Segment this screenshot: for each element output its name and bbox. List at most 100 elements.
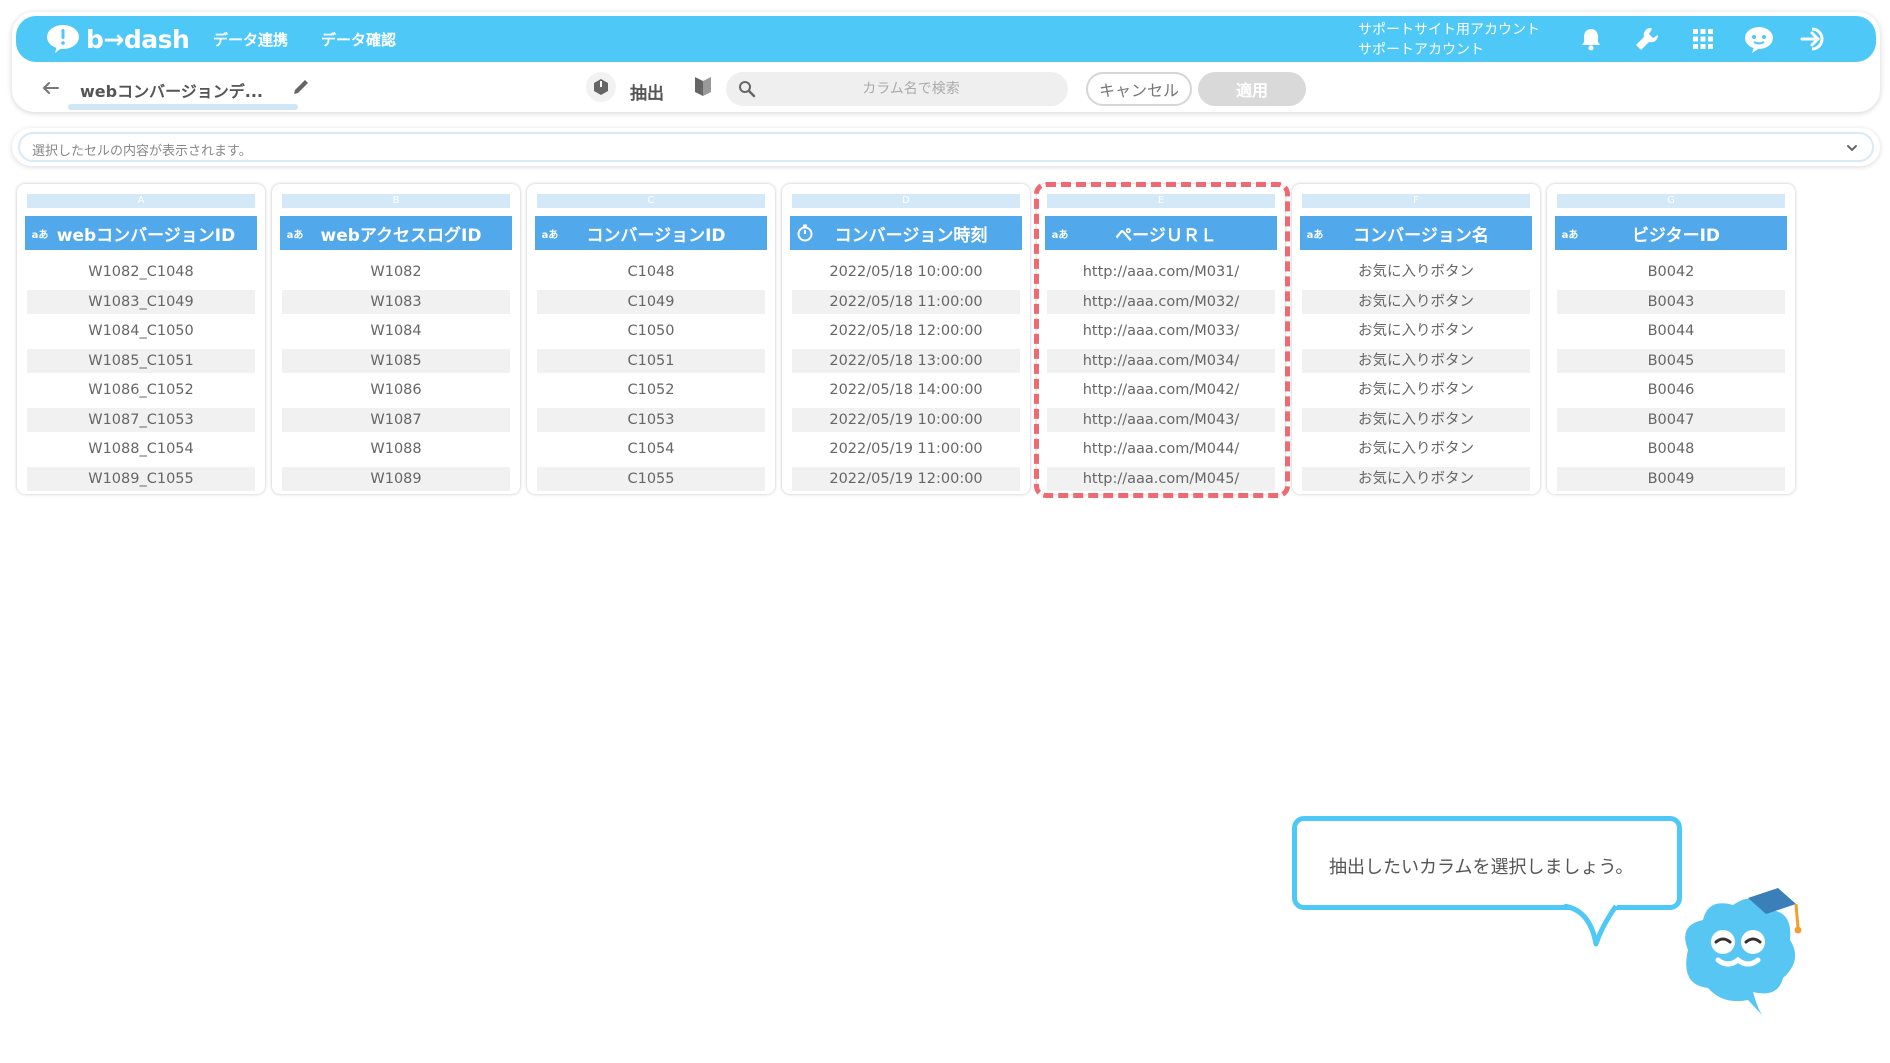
account-site-name: サポートサイト用アカウント xyxy=(1358,22,1540,38)
table-cell[interactable]: C1050 xyxy=(537,319,765,343)
table-cell[interactable]: W1089_C1055 xyxy=(27,466,255,491)
table-cell[interactable]: お気に入りボタン xyxy=(1302,378,1530,402)
table-cell[interactable]: http://aaa.com/M033/ xyxy=(1047,319,1275,343)
nav-data-integration[interactable]: データ連携 xyxy=(213,29,288,50)
table-cell[interactable]: http://aaa.com/M031/ xyxy=(1047,260,1275,284)
table-cell[interactable]: C1055 xyxy=(537,466,765,491)
table-cell[interactable]: W1087_C1053 xyxy=(27,407,255,432)
column-card-e[interactable]: Eaあ ページＵＲＬ http://aaa.com/M031/http://aaa.… xyxy=(1037,184,1285,494)
table-cell[interactable]: C1049 xyxy=(537,289,765,314)
table-cell[interactable]: http://aaa.com/M043/ xyxy=(1047,407,1275,432)
column-card-b[interactable]: Baあ webアクセスログID W1082 W1083 W1084 W1085 W1086 W… xyxy=(272,184,520,494)
edit-pencil-icon[interactable] xyxy=(292,78,312,98)
grid-icon[interactable] xyxy=(1688,24,1718,54)
text-type-icon: aあ xyxy=(1561,229,1579,241)
table-cell[interactable]: http://aaa.com/M044/ xyxy=(1047,437,1275,461)
table-cell[interactable]: W1084_C1050 xyxy=(27,319,255,343)
column-card-c[interactable]: Caあ コンバージョンID C1048 C1049 C1050 C1051 C1052 C10… xyxy=(527,184,775,494)
column-letter: B xyxy=(282,194,510,208)
column-header[interactable]: aあ コンバージョン名 xyxy=(1300,216,1532,250)
column-header[interactable]: aあ webコンバージョンID xyxy=(25,216,257,250)
table-cell[interactable]: お気に入りボタン xyxy=(1302,407,1530,432)
column-header[interactable]: aあ コンバージョンID xyxy=(535,216,767,250)
table-cell[interactable]: W1082 xyxy=(282,260,510,284)
table-cell[interactable]: B0043 xyxy=(1557,289,1785,314)
table-cell[interactable]: B0045 xyxy=(1557,348,1785,373)
account-info[interactable]: サポートサイト用アカウント サポートアカウント xyxy=(1358,20,1540,60)
table-cell[interactable]: http://aaa.com/M032/ xyxy=(1047,289,1275,314)
document-title[interactable]: webコンバージョンデ... xyxy=(80,78,263,102)
table-cell[interactable]: 2022/05/18 11:00:00 xyxy=(792,289,1020,314)
table-cell[interactable]: B0048 xyxy=(1557,437,1785,461)
table-cell[interactable]: W1086_C1052 xyxy=(27,378,255,402)
table-cell[interactable]: 2022/05/18 14:00:00 xyxy=(792,378,1020,402)
app-logo[interactable]: b→dash xyxy=(46,22,190,56)
table-cell[interactable]: 2022/05/19 10:00:00 xyxy=(792,407,1020,432)
table-cell[interactable]: B0044 xyxy=(1557,319,1785,343)
table-cell[interactable]: W1088 xyxy=(282,437,510,461)
table-cell[interactable]: C1051 xyxy=(537,348,765,373)
nav-data-check[interactable]: データ確認 xyxy=(321,29,396,50)
table-cell[interactable]: W1088_C1054 xyxy=(27,437,255,461)
table-cell[interactable]: W1086 xyxy=(282,378,510,402)
cell-content-field[interactable]: 選択したセルの内容が表示されます。 xyxy=(18,132,1874,162)
wrench-icon[interactable] xyxy=(1632,24,1662,54)
chevron-down-icon[interactable] xyxy=(1842,138,1862,158)
table-cell[interactable]: お気に入りボタン xyxy=(1302,437,1530,461)
search-icon xyxy=(739,81,756,98)
table-cell[interactable]: B0042 xyxy=(1557,260,1785,284)
table-cell[interactable]: 2022/05/19 11:00:00 xyxy=(792,437,1020,461)
column-header[interactable]: コンバージョン時刻 xyxy=(790,216,1022,250)
table-cell[interactable]: 2022/05/18 13:00:00 xyxy=(792,348,1020,373)
table-cell[interactable]: お気に入りボタン xyxy=(1302,466,1530,491)
table-cell[interactable]: B0049 xyxy=(1557,466,1785,491)
stopwatch-icon xyxy=(790,224,820,242)
logout-icon[interactable] xyxy=(1800,24,1830,54)
table-cell[interactable]: B0047 xyxy=(1557,407,1785,432)
table-cell[interactable]: W1085_C1051 xyxy=(27,348,255,373)
tip-bubble: 抽出したいカラムを選択しましょう。 xyxy=(1292,816,1682,910)
column-header[interactable]: aあ webアクセスログID xyxy=(280,216,512,250)
column-letter: D xyxy=(792,194,1020,208)
column-card-a[interactable]: Aaあ webコンバージョンID W1082_C1048 W1083_C1049 W10… xyxy=(17,184,265,494)
table-cell[interactable]: W1089 xyxy=(282,466,510,491)
table-cell[interactable]: C1054 xyxy=(537,437,765,461)
bell-icon[interactable] xyxy=(1576,24,1606,54)
column-card-d[interactable]: D コンバージョン時刻 2022/05/18 10:00:00 2022/05/18 … xyxy=(782,184,1030,494)
top-navigation-bar: b→dash データ連携 データ確認 サポートサイト用アカウント サポートアカウ… xyxy=(16,16,1876,62)
apply-button[interactable]: 適用 xyxy=(1198,72,1306,106)
table-cell[interactable]: お気に入りボタン xyxy=(1302,260,1530,284)
table-cell[interactable]: W1083_C1049 xyxy=(27,289,255,314)
table-cell[interactable]: 2022/05/18 10:00:00 xyxy=(792,260,1020,284)
column-card-f[interactable]: Faあ コンバージョン名 お気に入りボタン お気に入りボタン お気に入りボタン お気に入り… xyxy=(1292,184,1540,494)
table-cell[interactable]: お気に入りボタン xyxy=(1302,289,1530,314)
table-cell[interactable]: W1085 xyxy=(282,348,510,373)
column-card-g[interactable]: Gaあ ビジターID B0042 B0043 B0044 B0045 B0046 B0047 B… xyxy=(1547,184,1795,494)
column-header[interactable]: aあ ページＵＲＬ xyxy=(1045,216,1277,250)
column-name: webアクセスログID xyxy=(320,225,482,246)
table-cell[interactable]: http://aaa.com/M042/ xyxy=(1047,378,1275,402)
table-cell[interactable]: 2022/05/18 12:00:00 xyxy=(792,319,1020,343)
cancel-button[interactable]: キャンセル xyxy=(1086,72,1192,106)
table-cell[interactable]: C1048 xyxy=(537,260,765,284)
column-search-input[interactable] xyxy=(766,72,1056,106)
back-arrow-icon[interactable] xyxy=(38,76,62,100)
table-cell[interactable]: C1052 xyxy=(537,378,765,402)
table-cell[interactable]: お気に入りボタン xyxy=(1302,319,1530,343)
table-cell[interactable]: B0046 xyxy=(1557,378,1785,402)
table-cell[interactable]: http://aaa.com/M045/ xyxy=(1047,466,1275,491)
column-letter: G xyxy=(1557,194,1785,208)
support-chat-icon[interactable] xyxy=(1744,24,1774,54)
beginner-help-icon[interactable] xyxy=(694,75,714,99)
table-cell[interactable]: W1087 xyxy=(282,407,510,432)
column-header[interactable]: aあ ビジターID xyxy=(1555,216,1787,250)
table-cell[interactable]: http://aaa.com/M034/ xyxy=(1047,348,1275,373)
table-cell[interactable]: 2022/05/19 12:00:00 xyxy=(792,466,1020,491)
logo-text: b→dash xyxy=(86,24,190,54)
table-cell[interactable]: お気に入りボタン xyxy=(1302,348,1530,373)
table-cell[interactable]: W1083 xyxy=(282,289,510,314)
table-cell[interactable]: W1082_C1048 xyxy=(27,260,255,284)
table-cell[interactable]: C1053 xyxy=(537,407,765,432)
table-cell[interactable]: W1084 xyxy=(282,319,510,343)
header-card: b→dash データ連携 データ確認 サポートサイト用アカウント サポートアカウ… xyxy=(12,12,1880,112)
